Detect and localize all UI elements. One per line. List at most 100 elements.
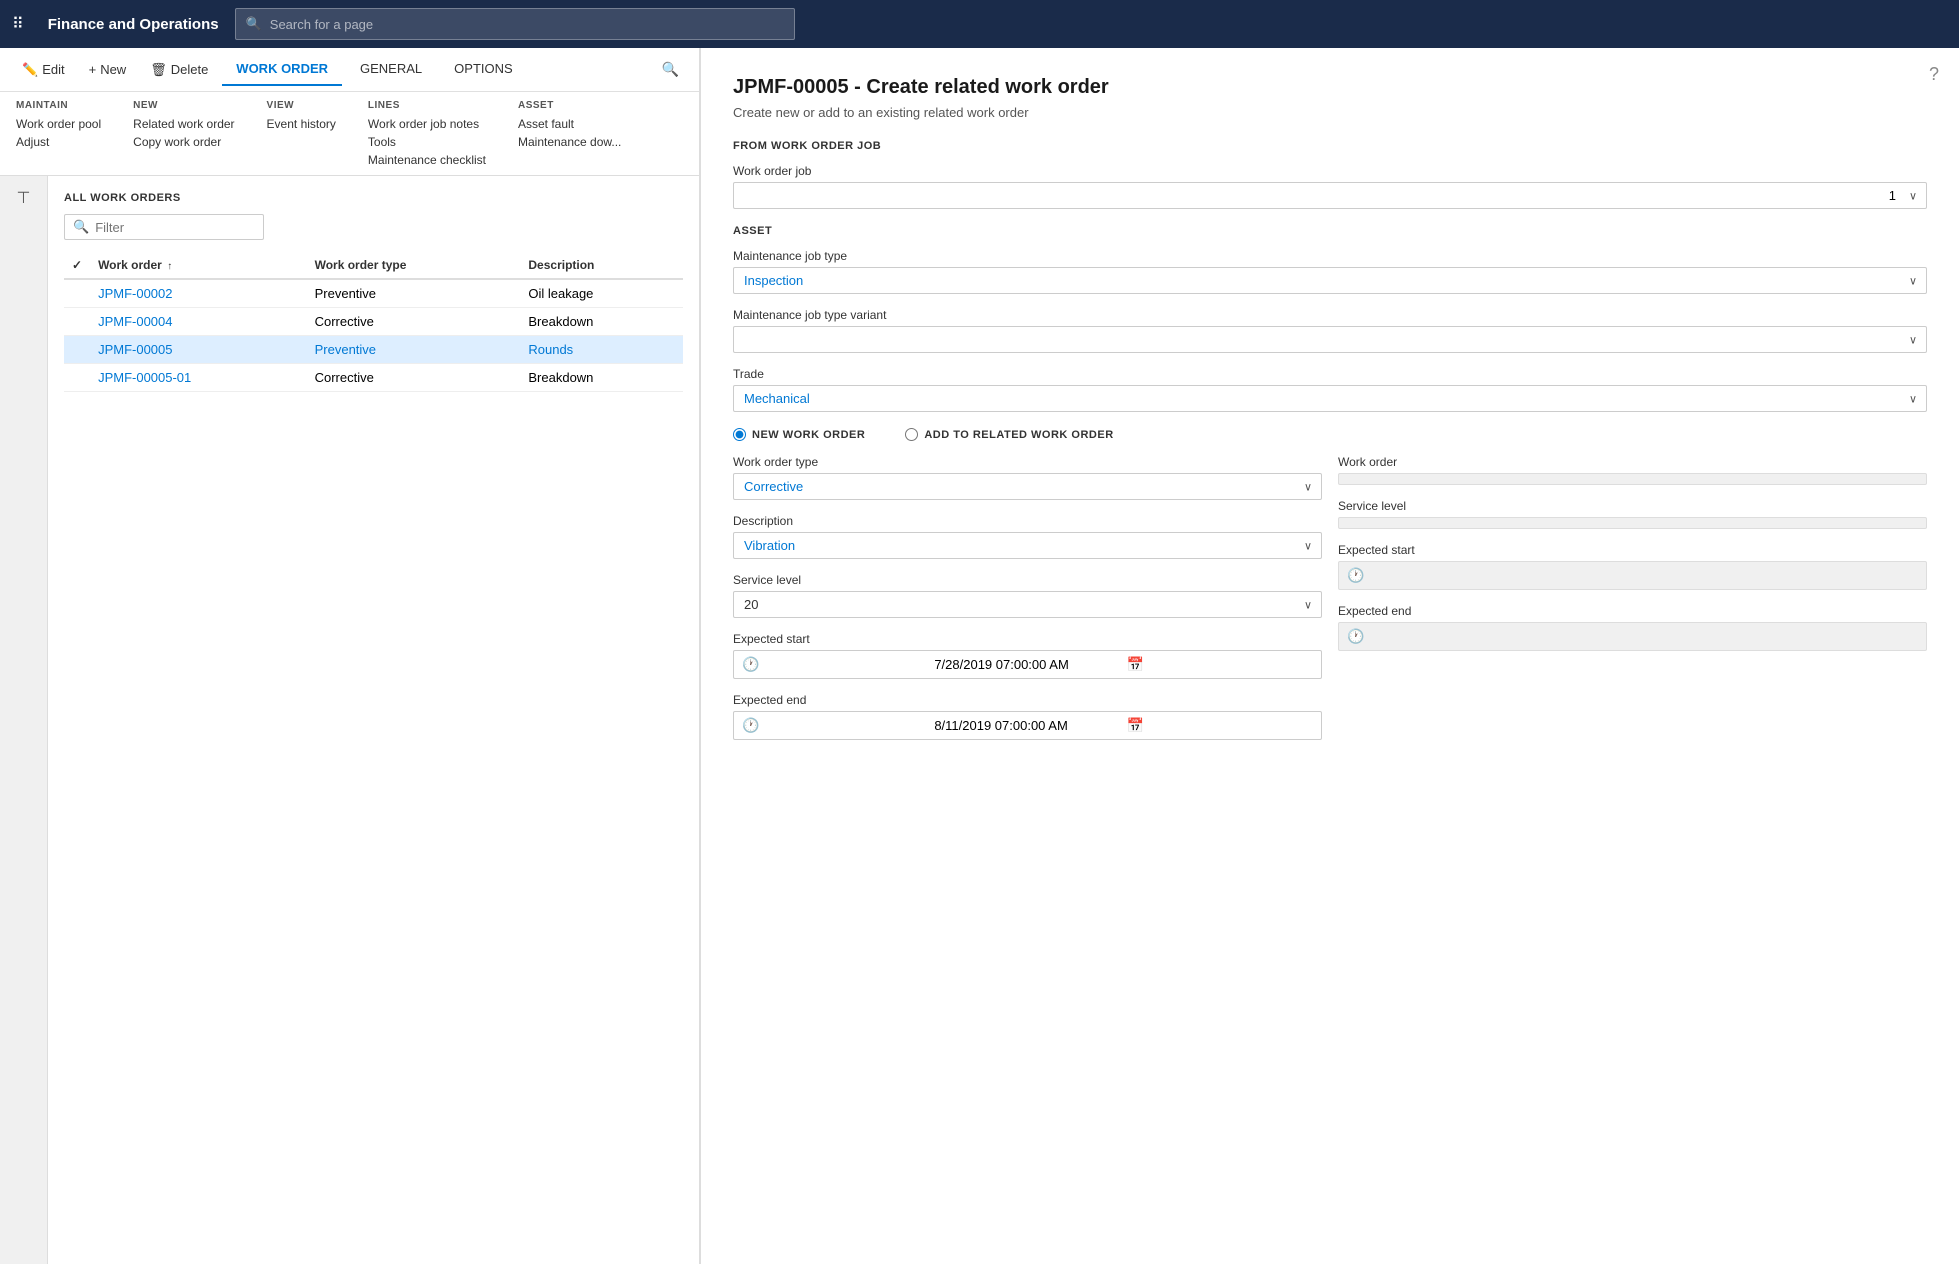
related-service-level-input	[1338, 517, 1927, 529]
new-work-order-radio[interactable]	[733, 428, 746, 441]
row-id[interactable]: JPMF-00005-01	[98, 370, 191, 385]
list-area: ALL WORK ORDERS 🔍 ✓ Work order ↑ Work	[48, 176, 699, 1264]
service-level-label: Service level	[733, 573, 1322, 587]
related-work-order-field: Work order	[1338, 455, 1927, 485]
row-id[interactable]: JPMF-00005	[98, 342, 172, 357]
maintenance-job-type-select[interactable]: Inspection Mechanical Corrective	[733, 267, 1927, 294]
row-id[interactable]: JPMF-00002	[98, 286, 172, 301]
table-row[interactable]: JPMF-00005-01 Corrective Breakdown	[64, 364, 683, 392]
copy-work-order-link[interactable]: Copy work order	[133, 135, 234, 149]
related-work-order-input	[1338, 473, 1927, 485]
maintenance-job-type-variant-field: Maintenance job type variant ∨	[733, 308, 1927, 353]
related-expected-start-field: Expected start 🕐	[1338, 543, 1927, 590]
row-type: Preventive	[307, 279, 521, 308]
calendar-icon-start[interactable]: 📅	[1127, 656, 1313, 673]
asset-fault-link[interactable]: Asset fault	[518, 117, 621, 131]
search-bar[interactable]: 🔍	[235, 8, 795, 40]
ribbon-group-view: VIEW Event history	[267, 100, 336, 167]
work-order-job-notes-link[interactable]: Work order job notes	[368, 117, 486, 131]
add-to-related-radio[interactable]	[905, 428, 918, 441]
edit-button[interactable]: ✏️ Edit	[12, 56, 75, 84]
table-row[interactable]: JPMF-00005 Preventive Rounds	[64, 336, 683, 364]
service-level-select[interactable]: 20 10 30	[733, 591, 1322, 618]
expected-end-value: 8/11/2019 07:00:00 AM	[934, 718, 1120, 733]
col-description[interactable]: Description	[520, 252, 683, 279]
tab-general[interactable]: GENERAL	[346, 53, 436, 86]
waffle-icon[interactable]: ⠿	[12, 14, 24, 34]
check-header: ✓	[64, 252, 90, 279]
delete-icon: 🗑	[150, 62, 167, 78]
expected-start-field: Expected start 🕐 7/28/2019 07:00:00 AM 📅	[733, 632, 1322, 679]
table-row[interactable]: JPMF-00002 Preventive Oil leakage	[64, 279, 683, 308]
col-work-order-type[interactable]: Work order type	[307, 252, 521, 279]
ribbon-search-button[interactable]: 🔍	[654, 57, 687, 82]
section-asset: ASSET	[733, 225, 1927, 237]
row-id[interactable]: JPMF-00004	[98, 314, 172, 329]
new-button[interactable]: + New	[79, 56, 137, 83]
row-type: Preventive	[307, 336, 521, 364]
new-work-order-radio-option[interactable]: NEW WORK ORDER	[733, 428, 865, 441]
maintenance-job-type-variant-label: Maintenance job type variant	[733, 308, 1927, 322]
trade-field: Trade Mechanical Electrical ∨	[733, 367, 1927, 412]
dialog-subtitle: Create new or add to an existing related…	[733, 105, 1927, 120]
ribbon: ✏️ Edit + New 🗑 Delete WORK ORDER GENERA…	[0, 48, 699, 176]
related-clock-icon-end: 🕐	[1347, 628, 1630, 645]
row-type: Corrective	[307, 364, 521, 392]
work-order-pool-link[interactable]: Work order pool	[16, 117, 101, 131]
filter-search-icon: 🔍	[73, 219, 89, 235]
adjust-link[interactable]: Adjust	[16, 135, 101, 149]
row-check	[64, 364, 90, 392]
trade-select[interactable]: Mechanical Electrical	[733, 385, 1927, 412]
table-row[interactable]: JPMF-00004 Corrective Breakdown	[64, 308, 683, 336]
description-label: Description	[733, 514, 1322, 528]
two-col-form: Work order type Corrective Preventive ∨ …	[733, 455, 1927, 754]
ribbon-group-lines: LINES Work order job notes Tools Mainten…	[368, 100, 486, 167]
service-level-field: Service level 20 10 30 ∨	[733, 573, 1322, 618]
col-work-order[interactable]: Work order ↑	[90, 252, 307, 279]
row-check	[64, 279, 90, 308]
expected-start-label: Expected start	[733, 632, 1322, 646]
row-type: Corrective	[307, 308, 521, 336]
related-expected-end-datetime: 🕐	[1338, 622, 1927, 651]
clock-icon-end: 🕐	[742, 717, 928, 734]
sidebar-left: ⊤	[0, 176, 48, 1264]
expected-end-datetime[interactable]: 🕐 8/11/2019 07:00:00 AM 📅	[733, 711, 1322, 740]
tab-work-order[interactable]: WORK ORDER	[222, 53, 342, 86]
filter-input[interactable]	[95, 220, 255, 235]
help-icon[interactable]: ?	[1929, 64, 1939, 85]
related-expected-start-datetime: 🕐	[1338, 561, 1927, 590]
maintenance-job-type-field: Maintenance job type Inspection Mechanic…	[733, 249, 1927, 294]
calendar-icon-end[interactable]: 📅	[1127, 717, 1313, 734]
tab-options[interactable]: OPTIONS	[440, 53, 527, 86]
filter-icon[interactable]: ⊤	[17, 188, 31, 208]
search-input[interactable]	[270, 17, 784, 32]
description-field: Description Vibration Oil leakage ∨	[733, 514, 1322, 559]
row-description: Breakdown	[520, 364, 683, 392]
expected-start-value: 7/28/2019 07:00:00 AM	[934, 657, 1120, 672]
expected-start-datetime[interactable]: 🕐 7/28/2019 07:00:00 AM 📅	[733, 650, 1322, 679]
event-history-link[interactable]: Event history	[267, 117, 336, 131]
ribbon-group-asset: ASSET Asset fault Maintenance dow...	[518, 100, 621, 167]
work-orders-table: ✓ Work order ↑ Work order type Descripti…	[64, 252, 683, 392]
row-description: Rounds	[520, 336, 683, 364]
delete-button[interactable]: 🗑 Delete	[140, 56, 218, 84]
work-order-type-select[interactable]: Corrective Preventive	[733, 473, 1322, 500]
maintenance-dow-link[interactable]: Maintenance dow...	[518, 135, 621, 149]
description-select[interactable]: Vibration Oil leakage	[733, 532, 1322, 559]
filter-bar[interactable]: 🔍	[64, 214, 264, 240]
tools-link[interactable]: Tools	[368, 135, 486, 149]
related-work-order-link[interactable]: Related work order	[133, 117, 234, 131]
add-to-related-radio-option[interactable]: ADD TO RELATED WORK ORDER	[905, 428, 1113, 441]
related-service-level-label: Service level	[1338, 499, 1927, 513]
maintenance-job-type-label: Maintenance job type	[733, 249, 1927, 263]
app-title: Finance and Operations	[48, 16, 219, 33]
maintenance-job-type-variant-select[interactable]	[733, 326, 1927, 353]
plus-icon: +	[89, 62, 97, 77]
expected-end-field: Expected end 🕐 8/11/2019 07:00:00 AM 📅	[733, 693, 1322, 740]
add-to-related-label: ADD TO RELATED WORK ORDER	[924, 429, 1113, 441]
work-order-job-input[interactable]	[733, 182, 1927, 209]
clock-icon-start: 🕐	[742, 656, 928, 673]
maintenance-checklist-link[interactable]: Maintenance checklist	[368, 153, 486, 167]
ribbon-group-maintain: MAINTAIN Work order pool Adjust	[16, 100, 101, 167]
related-clock-icon-start: 🕐	[1347, 567, 1630, 584]
